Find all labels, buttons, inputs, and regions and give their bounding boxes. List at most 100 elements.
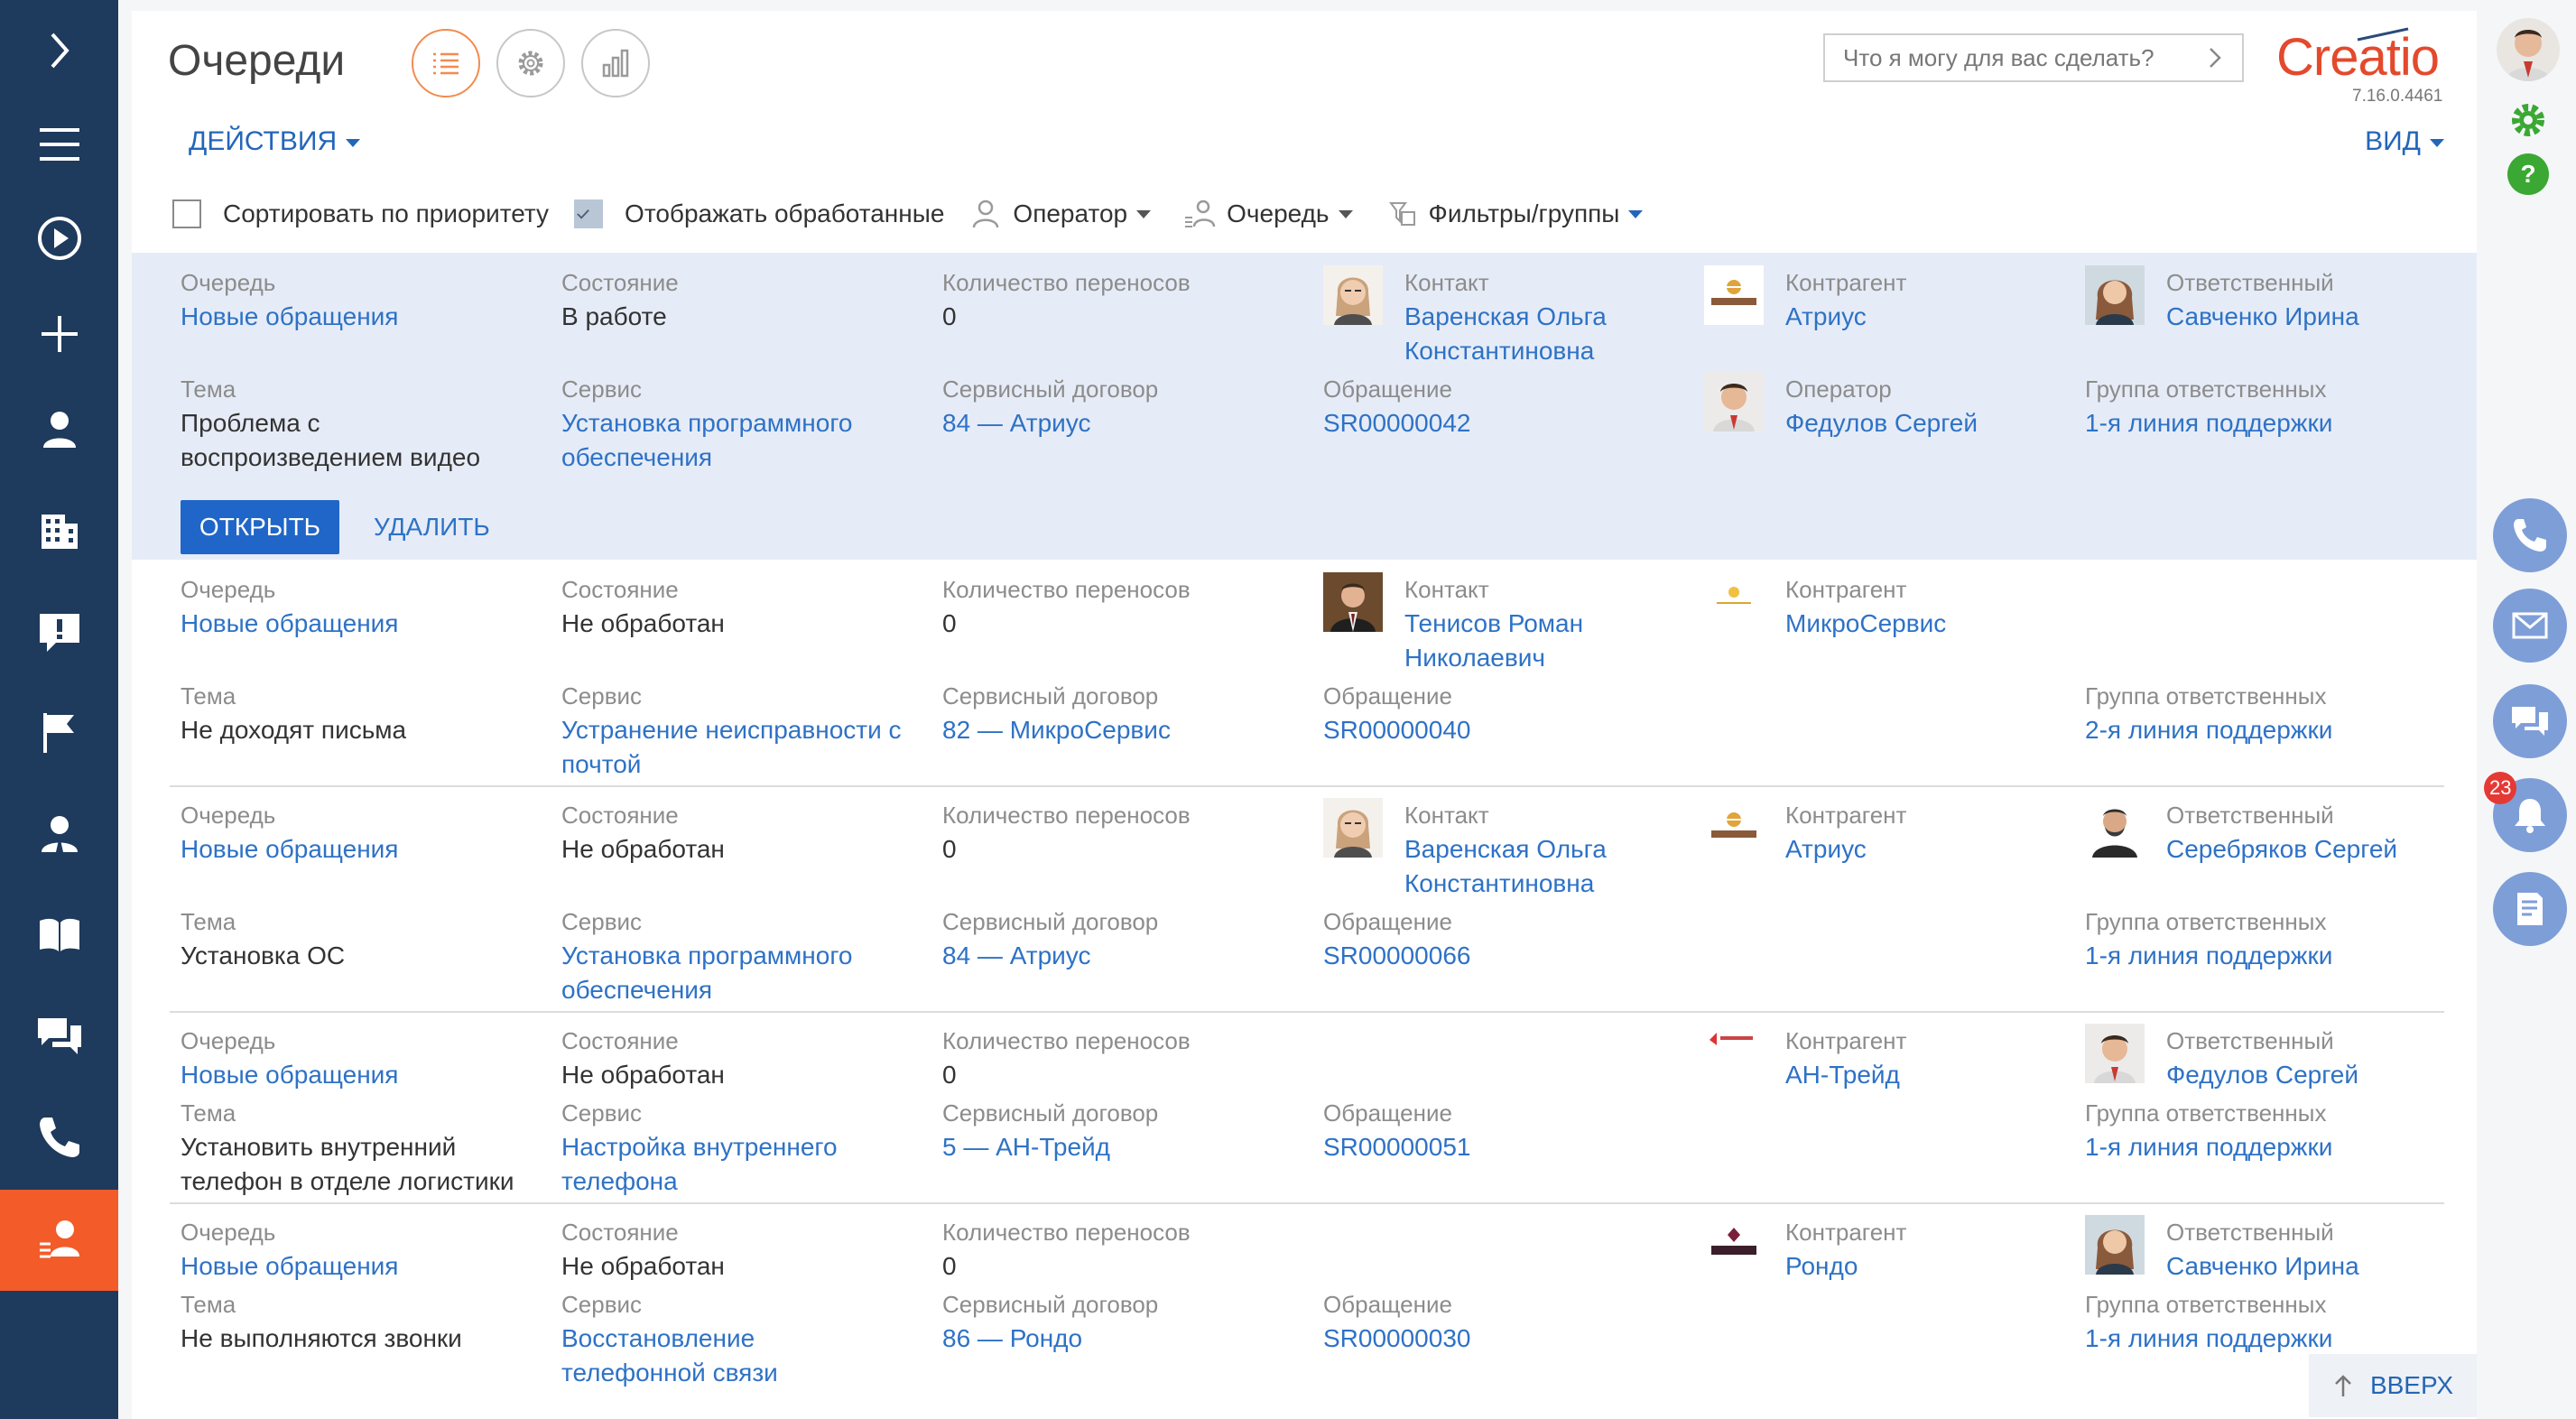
- group-link[interactable]: 1-я линия поддержки: [2085, 1130, 2446, 1164]
- cases-icon[interactable]: [0, 581, 118, 682]
- feed-button[interactable]: [2493, 872, 2567, 946]
- queue-link[interactable]: Новые обращения: [181, 300, 542, 334]
- queue-link[interactable]: Новые обращения: [181, 1058, 542, 1092]
- queue-row[interactable]: Очередь Новые обращения Состояние Не обр…: [132, 1013, 2477, 1204]
- service-link[interactable]: Устранение неисправности с почтой: [561, 713, 922, 782]
- queue-link[interactable]: Новые обращения: [181, 832, 542, 867]
- contract-link[interactable]: 82 — МикроСервис: [942, 713, 1303, 747]
- field-label: Ответственный: [2166, 1219, 2334, 1246]
- actions-menu-button[interactable]: ДЕЙСТВИЯ: [189, 126, 361, 157]
- field-label: Группа ответственных: [2085, 376, 2327, 403]
- queue-row[interactable]: Очередь Новые обращения Состояние Не обр…: [132, 1204, 2477, 1419]
- contract-link[interactable]: 86 — Рондо: [942, 1322, 1303, 1356]
- contract-link[interactable]: 84 — Атриус: [942, 939, 1303, 973]
- contract-link[interactable]: 5 — АН-Трейд: [942, 1130, 1303, 1164]
- account-link[interactable]: Атриус: [1785, 832, 2065, 867]
- contacts-icon[interactable]: [0, 379, 118, 480]
- account-logo: [1704, 265, 1764, 325]
- queue-link[interactable]: Новые обращения: [181, 1249, 542, 1284]
- service-field: Сервис Установка программного обеспечени…: [561, 904, 922, 1007]
- filters-groups-menu[interactable]: Фильтры/группы: [1385, 198, 1644, 230]
- group-link[interactable]: 1-я линия поддержки: [2085, 406, 2446, 441]
- case-link[interactable]: SR00000066: [1323, 939, 1684, 973]
- case-link[interactable]: SR00000030: [1323, 1322, 1684, 1356]
- operator-link[interactable]: Федулов Сергей: [1785, 406, 2065, 441]
- open-button[interactable]: ОТКРЫТЬ: [181, 500, 339, 554]
- show-processed-checkbox[interactable]: [574, 199, 604, 228]
- account-link[interactable]: АН-Трейд: [1785, 1058, 2065, 1092]
- field-label: Состояние: [561, 269, 679, 296]
- account-link[interactable]: Атриус: [1785, 300, 2065, 334]
- sort-by-priority-toggle[interactable]: Сортировать по приоритету: [172, 199, 549, 228]
- owner-link[interactable]: Серебряков Сергей: [2166, 832, 2446, 867]
- queue-link[interactable]: Новые обращения: [181, 607, 542, 641]
- contact-link[interactable]: Тенисов Роман Николаевич: [1404, 607, 1684, 675]
- accounts-icon[interactable]: [0, 480, 118, 581]
- flag-icon[interactable]: [0, 682, 118, 784]
- help-icon[interactable]: ?: [2506, 152, 2551, 197]
- group-link[interactable]: 1-я линия поддержки: [2085, 939, 2446, 973]
- owner-link[interactable]: Савченко Ирина: [2166, 1249, 2446, 1284]
- phone-icon[interactable]: [0, 1087, 118, 1188]
- subject-value: Не выполняются звонки: [181, 1324, 462, 1352]
- processes-icon[interactable]: [0, 188, 118, 289]
- settings-button[interactable]: [496, 29, 565, 97]
- actions-label: ДЕЙСТВИЯ: [189, 126, 338, 156]
- knowledge-base-icon[interactable]: [0, 885, 118, 986]
- scroll-to-top-button[interactable]: ВВЕРХ: [2309, 1354, 2477, 1417]
- field-label: Сервисный договор: [942, 376, 1159, 403]
- show-processed-toggle[interactable]: Отображать обработанные: [574, 199, 944, 228]
- field-label: Тема: [181, 1291, 236, 1318]
- contact-link[interactable]: Варенская Ольга Константиновна: [1404, 832, 1684, 901]
- chat-button[interactable]: [2493, 684, 2567, 758]
- user-avatar[interactable]: [2497, 18, 2560, 81]
- filter-bar: Сортировать по приоритету Отображать обр…: [172, 191, 1675, 236]
- queue-filter-label: Очередь: [1227, 199, 1330, 227]
- hamburger-icon[interactable]: [0, 94, 118, 195]
- phone-call-button[interactable]: [2493, 498, 2567, 572]
- owner-link[interactable]: Савченко Ирина: [2166, 300, 2446, 334]
- field-label: Контрагент: [1785, 576, 1907, 603]
- operator-filter[interactable]: Оператор: [969, 198, 1152, 230]
- queue-row[interactable]: Очередь Новые обращения Состояние Не обр…: [132, 560, 2477, 787]
- queue-field: Очередь Новые обращения: [181, 1024, 542, 1092]
- service-link[interactable]: Установка программного обеспечения: [561, 939, 904, 1007]
- service-link[interactable]: Установка программного обеспечения: [561, 406, 904, 475]
- group-link[interactable]: 1-я линия поддержки: [2085, 1322, 2446, 1356]
- field-label: Сервис: [561, 908, 643, 935]
- expand-menu-icon[interactable]: [0, 0, 118, 101]
- queue-filter[interactable]: Очередь: [1183, 198, 1353, 230]
- subject-value: Установить внутренний телефон в отделе л…: [181, 1133, 514, 1195]
- chat-icon[interactable]: [0, 986, 118, 1087]
- field-label: Очередь: [181, 1219, 276, 1246]
- queue-row[interactable]: Очередь Новые обращения Состояние Не обр…: [132, 787, 2477, 1013]
- case-link[interactable]: SR00000040: [1323, 713, 1684, 747]
- contract-link[interactable]: 84 — Атриус: [942, 406, 1303, 441]
- service-link[interactable]: Восстановление телефонной связи: [561, 1322, 904, 1390]
- case-link[interactable]: SR00000051: [1323, 1130, 1684, 1164]
- delete-button[interactable]: УДАЛИТЬ: [374, 500, 490, 554]
- account-logo: [1704, 1215, 1764, 1275]
- state-field: Состояние Не обработан: [561, 1024, 922, 1092]
- queue-row[interactable]: Очередь Новые обращения Состояние В рабо…: [132, 253, 2477, 560]
- email-button[interactable]: [2493, 589, 2567, 663]
- analytics-button[interactable]: [581, 29, 650, 97]
- transfers-field: Количество переносов 0: [942, 1024, 1303, 1092]
- sort-priority-checkbox[interactable]: [172, 199, 201, 228]
- contact-link[interactable]: Варенская Ольга Константиновна: [1404, 300, 1684, 368]
- service-link[interactable]: Настройка внутреннего телефона: [561, 1130, 868, 1199]
- owner-link[interactable]: Федулов Сергей: [2166, 1058, 2446, 1092]
- employee-icon[interactable]: [0, 784, 118, 885]
- case-link[interactable]: SR00000042: [1323, 406, 1684, 441]
- group-link[interactable]: 2-я линия поддержки: [2085, 713, 2446, 747]
- field-label: Сервисный договор: [942, 682, 1159, 710]
- command-line-input[interactable]: Что я могу для вас сделать?: [1823, 33, 2244, 82]
- field-label: Тема: [181, 376, 236, 403]
- list-view-button[interactable]: [412, 29, 480, 97]
- add-icon[interactable]: [0, 283, 118, 385]
- settings-gear-icon[interactable]: [2506, 97, 2551, 143]
- view-menu-button[interactable]: ВИД: [2365, 126, 2444, 157]
- account-link[interactable]: Рондо: [1785, 1249, 2065, 1284]
- queues-icon[interactable]: [0, 1190, 118, 1291]
- account-link[interactable]: МикроСервис: [1785, 607, 2065, 641]
